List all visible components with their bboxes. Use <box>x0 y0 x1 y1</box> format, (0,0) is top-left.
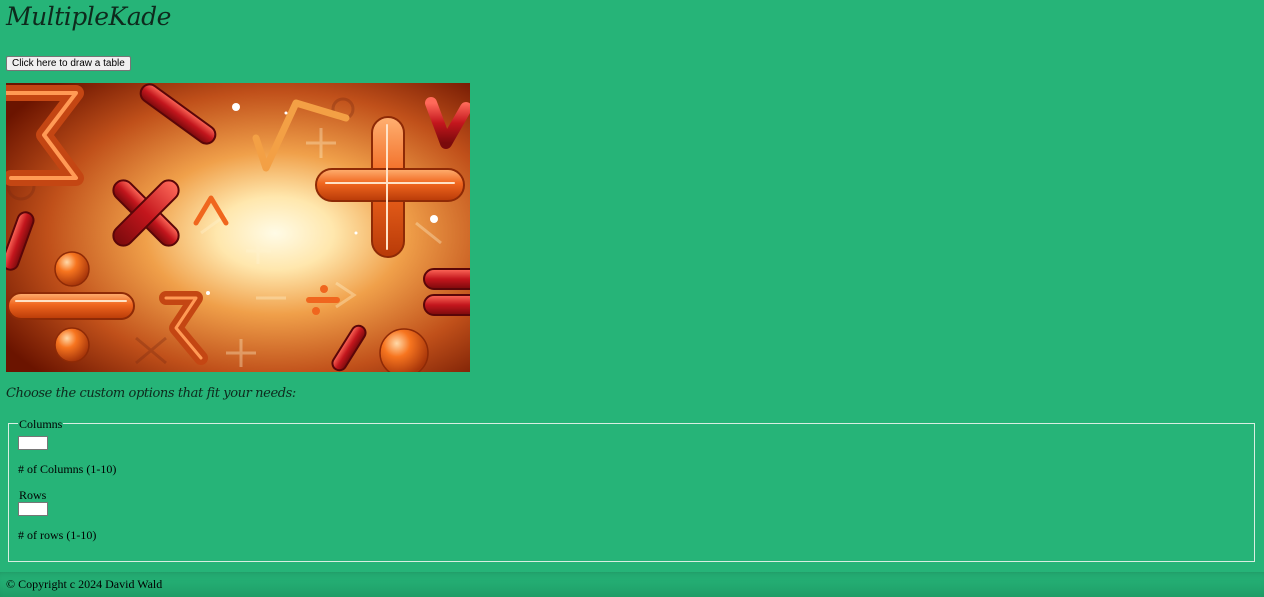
columns-legend: Columns <box>18 417 64 431</box>
footer: © Copyright c 2024 David Wald <box>0 572 1264 597</box>
options-fieldset: Columns # of Columns (1-10) Rows # of ro… <box>8 418 1255 562</box>
rows-label: Rows <box>19 488 47 502</box>
page-title: MultipleKade <box>6 2 171 31</box>
columns-input[interactable] <box>18 436 48 450</box>
math-symbols-image <box>6 83 470 372</box>
rows-hint: # of rows (1-10) <box>18 528 97 542</box>
rows-input[interactable] <box>18 502 48 516</box>
copyright-text: © Copyright c 2024 David Wald <box>6 577 163 591</box>
draw-table-button[interactable]: Click here to draw a table <box>6 56 131 71</box>
intro-text: Choose the custom options that fit your … <box>6 386 296 401</box>
columns-hint: # of Columns (1-10) <box>18 462 117 476</box>
